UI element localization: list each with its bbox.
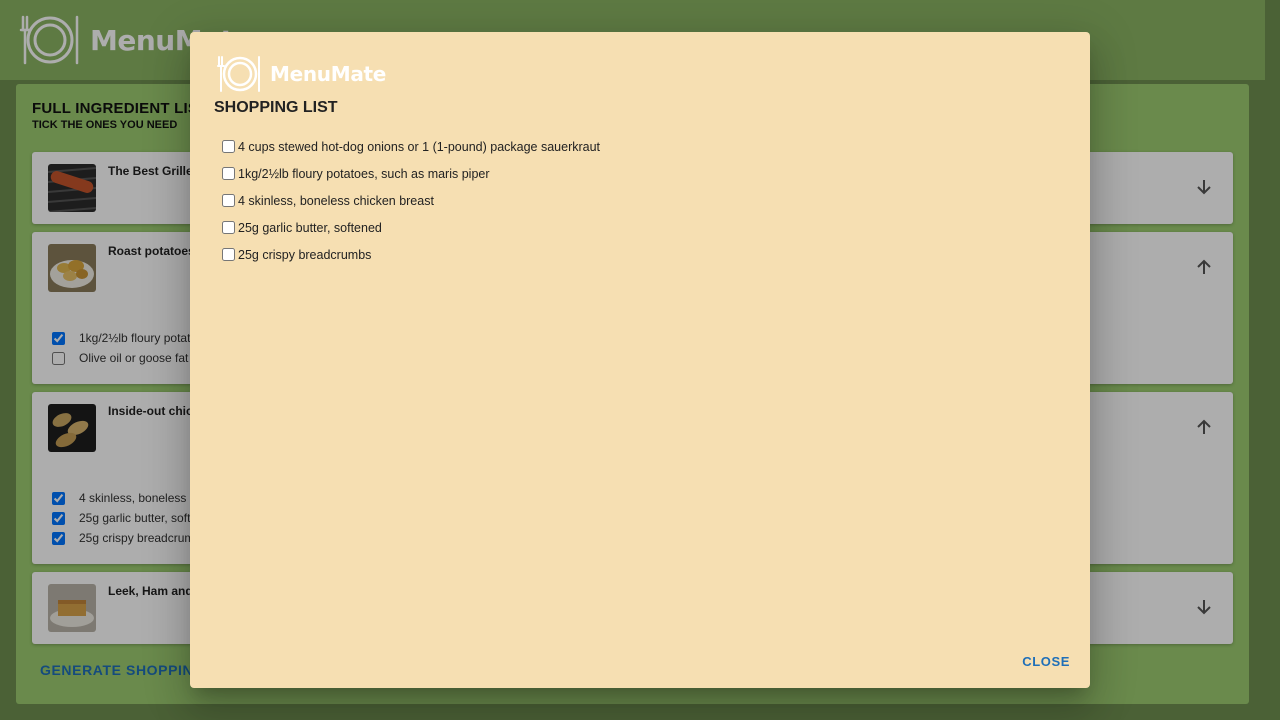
shopping-list-item[interactable]: 1kg/2½lb floury potatoes, such as maris …	[222, 160, 600, 187]
shopping-list-item[interactable]: 25g crispy breadcrumbs	[222, 241, 600, 268]
close-button[interactable]: CLOSE	[1022, 654, 1070, 669]
shopping-item-checkbox[interactable]	[222, 167, 235, 180]
shopping-item-label: 4 cups stewed hot-dog onions or 1 (1-pou…	[238, 139, 601, 154]
shopping-list-item[interactable]: 4 skinless, boneless chicken breast	[222, 187, 600, 214]
shopping-item-checkbox[interactable]	[222, 140, 235, 153]
shopping-item-label: 1kg/2½lb floury potatoes, such as maris …	[238, 166, 490, 181]
plate-fork-icon	[217, 56, 260, 92]
shopping-list-dialog: MenuMate SHOPPING LIST 4 cups stewed hot…	[190, 32, 1090, 688]
shopping-list: 4 cups stewed hot-dog onions or 1 (1-pou…	[222, 133, 600, 268]
shopping-list-item[interactable]: 25g garlic butter, softened	[222, 214, 600, 241]
shopping-list-item[interactable]: 4 cups stewed hot-dog onions or 1 (1-pou…	[222, 133, 600, 160]
dialog-logo: MenuMate	[216, 54, 386, 94]
shopping-item-checkbox[interactable]	[222, 221, 235, 234]
shopping-item-checkbox[interactable]	[222, 194, 235, 207]
dialog-title: SHOPPING LIST	[214, 99, 338, 116]
shopping-item-label: 25g crispy breadcrumbs	[238, 247, 372, 262]
shopping-item-label: 4 skinless, boneless chicken breast	[238, 193, 434, 208]
shopping-item-checkbox[interactable]	[222, 248, 235, 261]
dialog-logo-text: MenuMate	[270, 62, 387, 86]
shopping-item-label: 25g garlic butter, softened	[238, 220, 382, 235]
